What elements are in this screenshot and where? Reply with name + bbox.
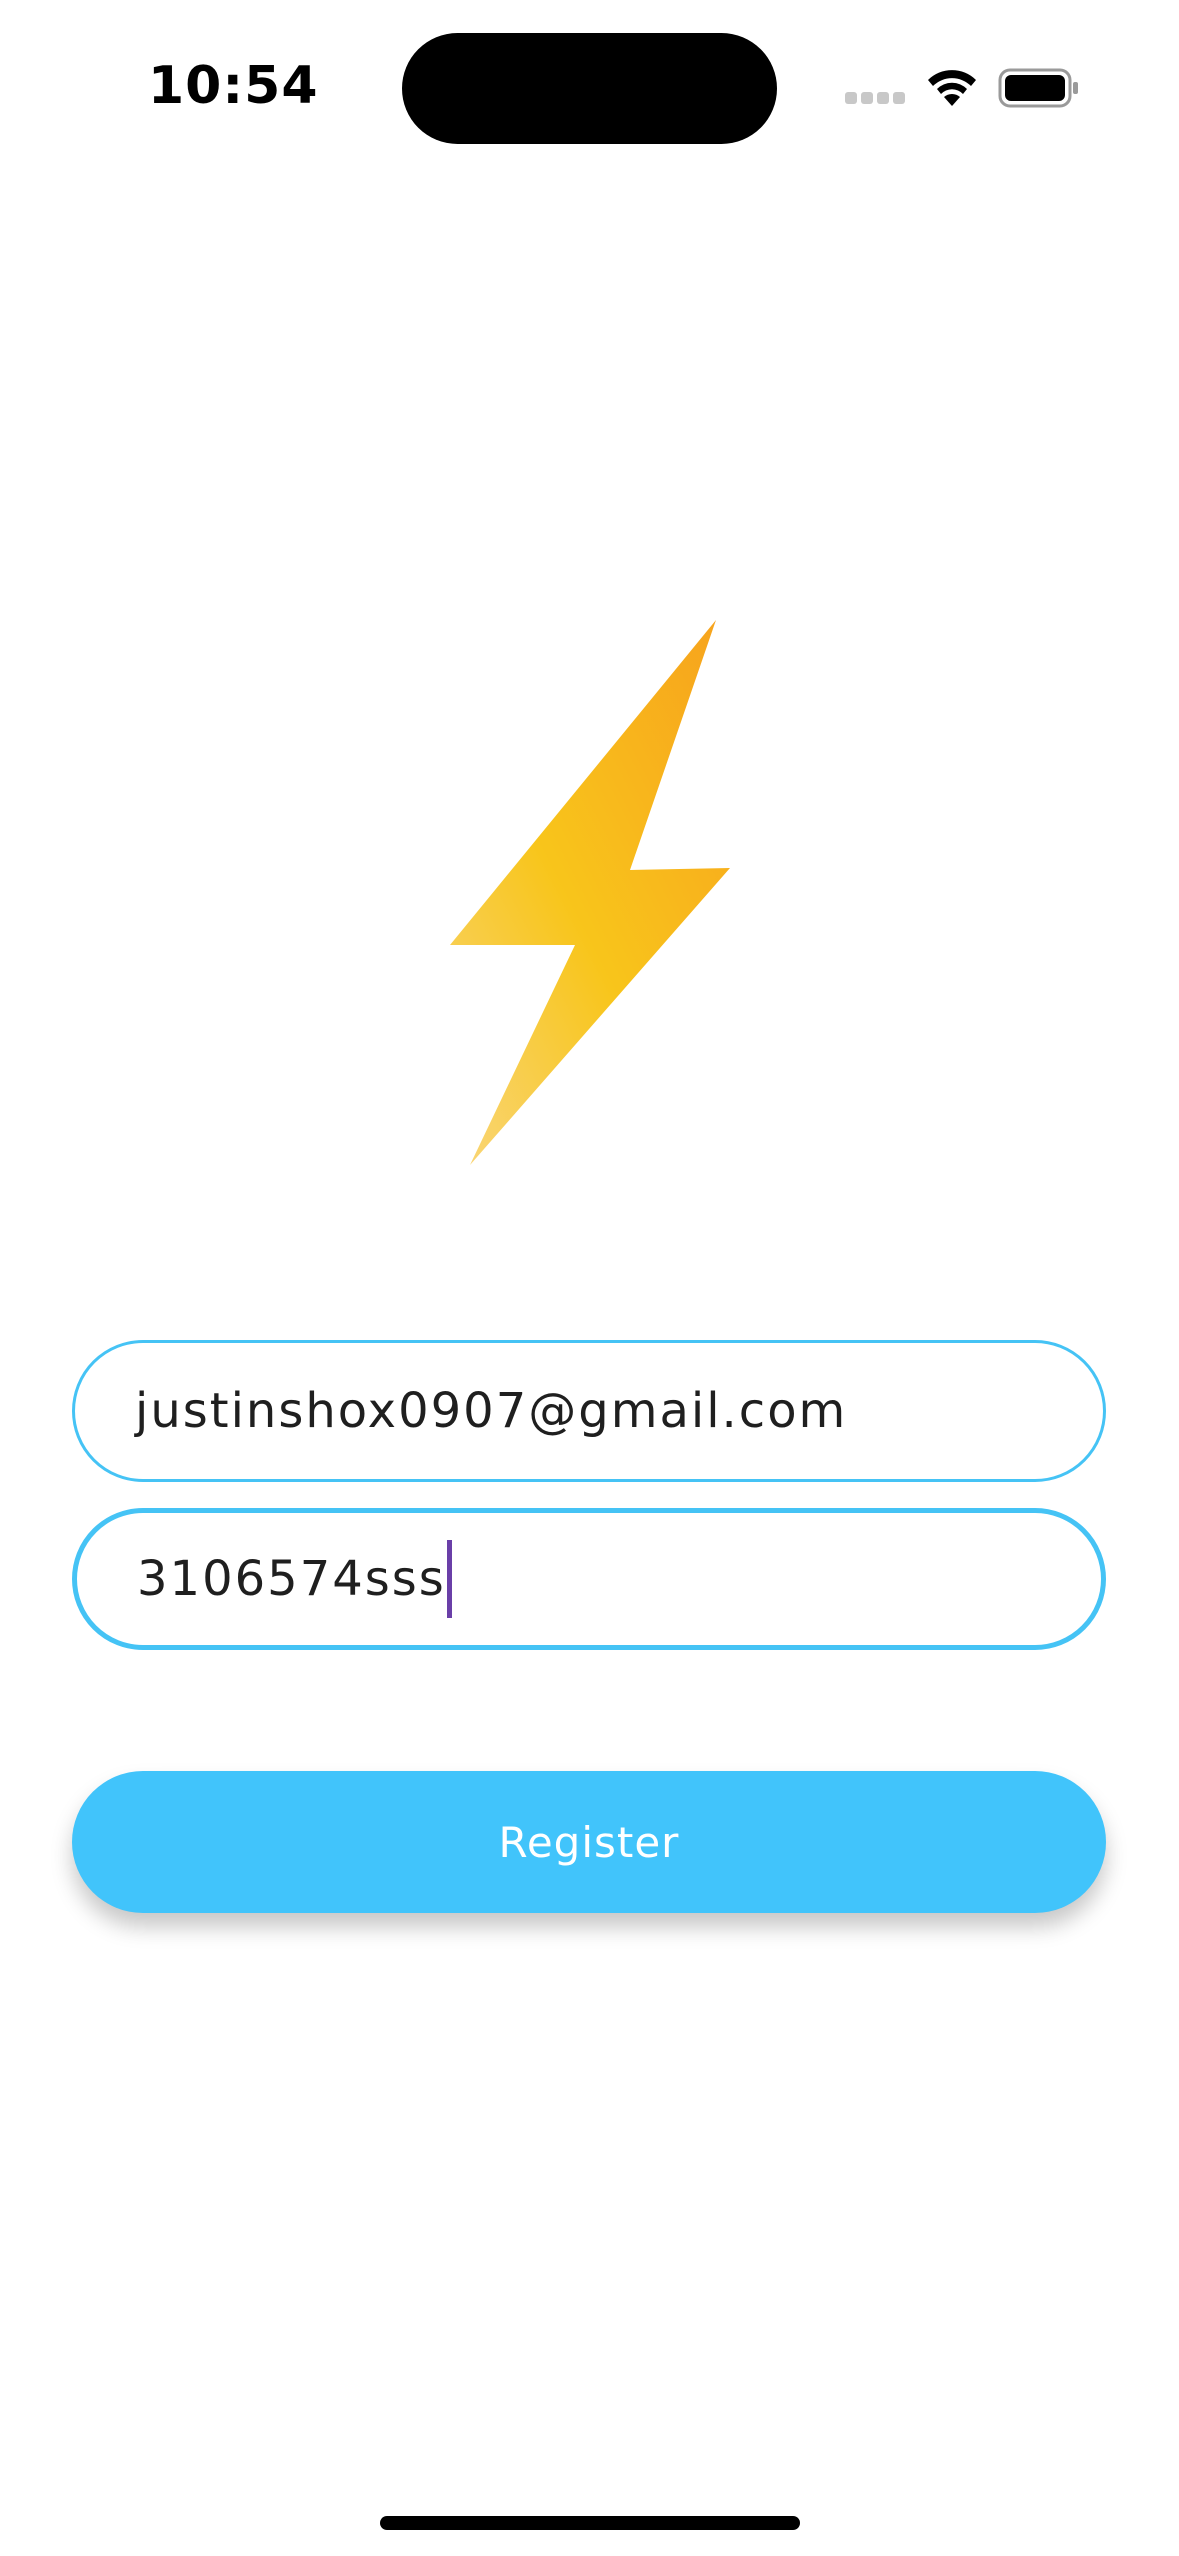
cellular-signal-icon: [845, 92, 905, 104]
lightning-bolt-icon: [450, 620, 730, 1165]
register-button-label: Register: [498, 1817, 680, 1867]
dynamic-island: [402, 33, 777, 144]
email-field-value: justinshox0907@gmail.com: [135, 1383, 848, 1439]
text-caret: [446, 1540, 452, 1618]
home-indicator[interactable]: [380, 2516, 800, 2530]
wifi-icon: [928, 70, 976, 106]
password-field-value: 3106574sss: [137, 1551, 446, 1607]
password-field[interactable]: 3106574sss: [72, 1508, 1106, 1650]
register-button[interactable]: Register: [72, 1771, 1106, 1913]
battery-icon: [998, 68, 1078, 108]
status-time: 10:54: [148, 56, 319, 116]
status-bar: 10:54: [0, 0, 1179, 180]
email-field[interactable]: justinshox0907@gmail.com: [72, 1340, 1106, 1482]
